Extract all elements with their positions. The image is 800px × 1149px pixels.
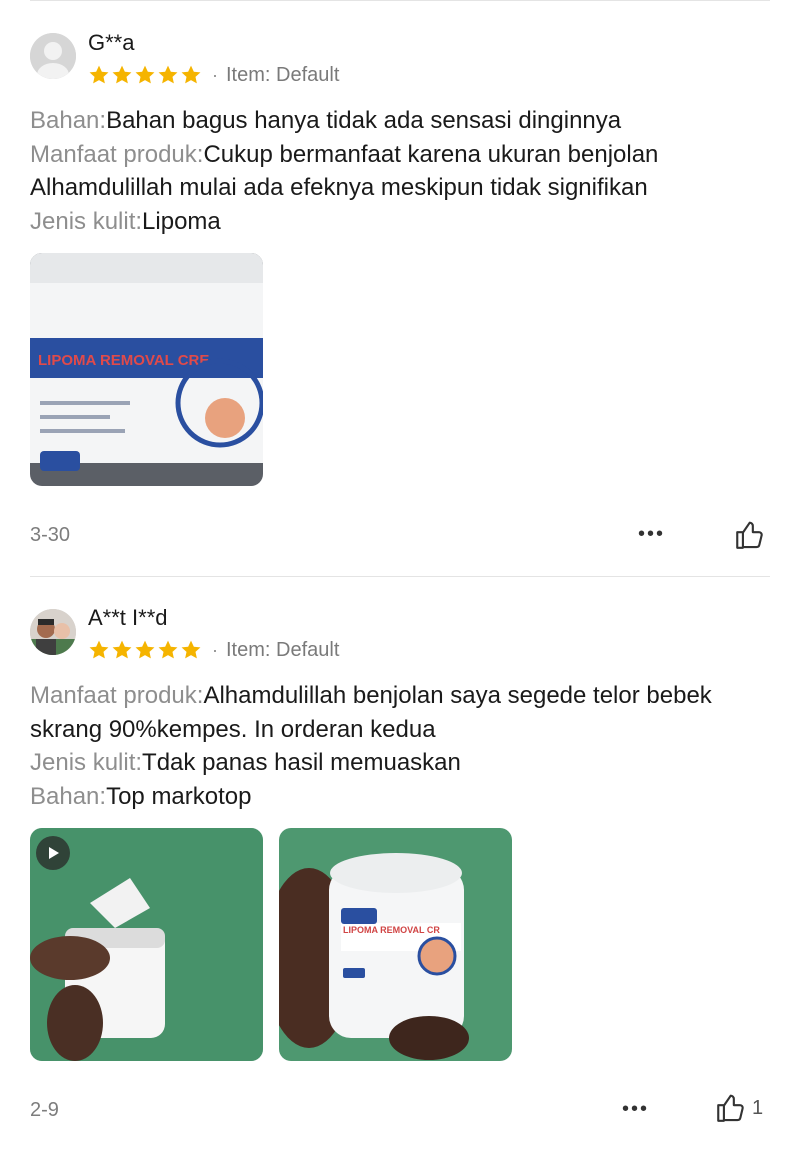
review-date: 2-9 <box>30 1099 59 1121</box>
like-count: 1 <box>752 1096 764 1119</box>
field-value: Bahan bagus hanya tidak ada sensasi ding… <box>106 107 622 134</box>
rating-row: · Item: Default <box>88 637 339 663</box>
reviewer-name: A**t I**d <box>88 605 168 630</box>
review-line: Manfaat produk:Alhamdulillah benjolan sa… <box>30 679 750 746</box>
separator-dot: · <box>212 639 218 660</box>
default-avatar-icon <box>30 33 76 79</box>
review-text: Manfaat produk:Alhamdulillah benjolan sa… <box>30 679 750 813</box>
separator-dot: · <box>212 64 218 85</box>
more-icon[interactable]: ••• <box>638 523 665 546</box>
star-rating <box>88 64 202 86</box>
play-icon <box>36 836 70 870</box>
review-line: Manfaat produk:Cukup bermanfaat karena u… <box>30 138 750 205</box>
review-line: Bahan:Top markotop <box>30 780 750 814</box>
review-card: G**a · Item: Default Bahan:Bahan bagus h… <box>0 0 800 576</box>
review-photo[interactable]: LIPOMA REMOVAL CR <box>279 828 512 1061</box>
star-icon <box>135 640 155 659</box>
field-label: Bahan: <box>30 107 107 134</box>
review-video[interactable] <box>30 828 263 1061</box>
reviewer-name: G**a <box>88 30 135 55</box>
variant-label: Item: Default <box>226 63 340 86</box>
more-icon[interactable]: ••• <box>622 1098 649 1121</box>
field-label: Manfaat produk: <box>30 140 204 168</box>
field-label: Jenis kulit: <box>30 207 143 235</box>
avatar[interactable] <box>30 609 76 655</box>
star-icon <box>181 65 201 84</box>
field-value: Lipoma <box>142 207 221 235</box>
star-icon <box>89 65 109 84</box>
review-date: 3-30 <box>30 524 71 546</box>
field-label: Manfaat produk: <box>30 682 204 709</box>
like-button[interactable]: 1 <box>714 1091 763 1125</box>
review-line: Jenis kulit:Tdak panas hasil memuaskan <box>30 746 750 780</box>
review-photo[interactable]: LIPOMA REMOVAL CRE <box>30 253 263 486</box>
star-icon <box>135 65 155 84</box>
star-icon <box>181 640 201 659</box>
photo-label-text: LIPOMA REMOVAL CR <box>343 925 440 935</box>
field-value: Top markotop <box>106 782 252 810</box>
thumbs-up-icon <box>717 1094 744 1122</box>
like-button[interactable] <box>733 518 771 552</box>
review-line: Bahan:Bahan bagus hanya tidak ada sensas… <box>30 104 750 138</box>
star-rating <box>88 639 202 661</box>
star-icon <box>158 65 178 84</box>
avatar[interactable] <box>30 33 76 79</box>
review-line: Jenis kulit:Lipoma <box>30 205 750 239</box>
field-value: Tdak panas hasil memuaskan <box>142 749 461 776</box>
rating-row: · Item: Default <box>88 62 339 88</box>
variant-label: Item: Default <box>226 638 340 661</box>
star-icon <box>112 640 132 659</box>
field-label: Bahan: <box>30 782 107 810</box>
review-card: A**t I**d · Item: Default Manfaat produk… <box>0 577 800 1149</box>
star-icon <box>158 640 178 659</box>
star-icon <box>89 640 109 659</box>
star-icon <box>112 65 132 84</box>
photo-label-text: LIPOMA REMOVAL CRE <box>38 352 209 369</box>
review-text: Bahan:Bahan bagus hanya tidak ada sensas… <box>30 104 750 238</box>
thumbs-up-icon <box>736 521 763 549</box>
field-label: Jenis kulit: <box>30 749 143 776</box>
user-photo-avatar <box>30 609 76 655</box>
